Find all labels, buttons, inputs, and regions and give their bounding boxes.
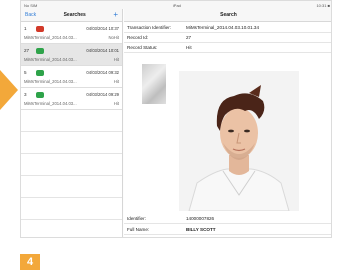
search-detail-pane: Search Transaction Identifier: MiMsTermi… [124, 9, 331, 237]
full-name-row: Full Name: BILLY SCOTT [124, 225, 331, 235]
record-id-label: Record Id: [127, 35, 149, 40]
entry-source: MiMsTerminal_2014.04.03... [24, 34, 77, 40]
search-title: Search [220, 12, 237, 18]
thumbs-up-icon [36, 69, 44, 76]
thumbs-up-icon [36, 91, 44, 98]
entry-timestamp: 04/03/2014 10:37 [86, 26, 119, 31]
entry-status: Hit [113, 78, 119, 84]
entry-timestamp: 04/03/2014 09:32 [86, 70, 119, 75]
carrier-text: No SIM [24, 2, 38, 8]
back-button[interactable]: Back [25, 12, 36, 18]
screenshot-stage: No SIM iPad 10:31 ■ Back Searches + 1 04… [0, 0, 340, 270]
entry-source: MiMsTerminal_2014.04.03... [24, 100, 77, 106]
entry-status: Hit [113, 100, 119, 106]
entry-timestamp: 04/03/2014 10:01 [86, 48, 119, 53]
subject-photo-graphic [179, 71, 299, 211]
search-entry[interactable]: 5 04/03/2014 09:32 MiMsTerminal_2014.04.… [21, 66, 122, 88]
identifier-value: 14000007826 [186, 216, 215, 221]
entry-index: 5 [24, 70, 27, 75]
record-id-row: Record Id: 27 [124, 33, 331, 43]
thumbs-up-icon [36, 47, 44, 54]
status-bar: No SIM iPad 10:31 ■ [21, 1, 331, 9]
empty-list-row [21, 198, 122, 220]
entry-status: NoHit [108, 34, 119, 40]
entry-index: 3 [24, 92, 27, 97]
entry-source: MiMsTerminal_2014.04.03... [24, 56, 77, 62]
footer-area [20, 238, 332, 270]
fingerprint-image [142, 64, 166, 104]
identifier-row: Identifier: 14000007826 [124, 214, 331, 224]
battery-text: 10:31 ■ [316, 2, 330, 8]
search-entry-selected[interactable]: 27 04/03/2014 10:01 MiMsTerminal_2014.04… [21, 44, 122, 66]
add-search-button[interactable]: + [113, 11, 118, 19]
search-entry[interactable]: 3 04/03/2014 09:29 MiMsTerminal_2014.04.… [21, 88, 122, 110]
record-id-value: 27 [186, 35, 192, 40]
searches-nav-bar: Back Searches + [21, 9, 122, 22]
entry-status: Hit [113, 56, 119, 62]
transaction-identifier-row: Transaction Identifier: MiMsTerminal_201… [124, 23, 331, 33]
transaction-identifier-label: Transaction Identifier: [127, 25, 172, 30]
search-nav-bar: Search [124, 9, 331, 22]
entry-source: MiMsTerminal_2014.04.03... [24, 78, 77, 84]
tablet-screen: No SIM iPad 10:31 ■ Back Searches + 1 04… [20, 0, 332, 238]
empty-list-row [21, 176, 122, 198]
callout-arrow [0, 70, 18, 110]
device-name: iPad [172, 2, 181, 8]
transaction-identifier-value: MiMsTerminal_2014.04.03.10.01.34 [186, 25, 260, 30]
search-entry[interactable]: 1 04/03/2014 10:37 MiMsTerminal_2014.04.… [21, 22, 122, 44]
searches-title: Searches [63, 12, 86, 18]
empty-list-row [21, 154, 122, 176]
thumbs-down-icon [36, 25, 44, 32]
full-name-label: Full Name: [127, 227, 150, 232]
entry-index: 1 [24, 26, 27, 31]
record-status-row: Record Status: Hit [124, 43, 331, 53]
empty-list-row [21, 110, 122, 132]
entry-timestamp: 04/03/2014 09:29 [86, 92, 119, 97]
searches-list-pane: Back Searches + 1 04/03/2014 10:37 MiMsT… [21, 9, 123, 237]
subject-photo [179, 71, 299, 211]
entry-index: 27 [24, 48, 30, 53]
full-name-value: BILLY SCOTT [186, 227, 216, 232]
record-status-value: Hit [186, 45, 192, 50]
record-status-label: Record Status: [127, 45, 158, 50]
identifier-label: Identifier: [127, 216, 146, 221]
empty-list-row [21, 132, 122, 154]
step-number-badge: 4 [20, 254, 40, 270]
